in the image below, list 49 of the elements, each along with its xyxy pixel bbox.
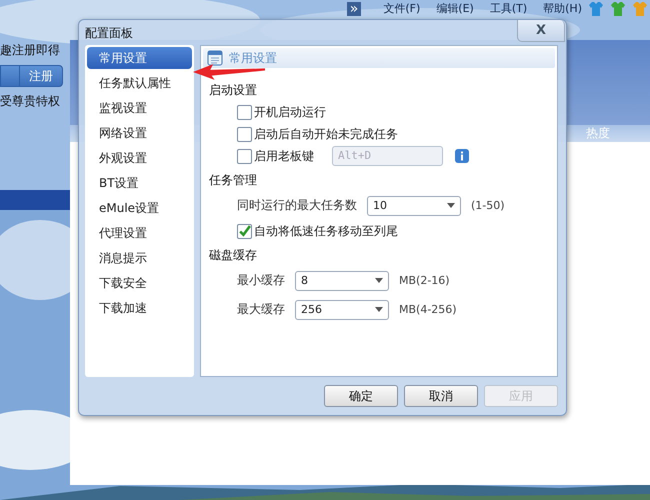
caret-icon	[375, 278, 383, 283]
close-button[interactable]: X	[517, 20, 565, 42]
section-title: 启动设置	[209, 82, 258, 99]
menu-item[interactable]: 帮助(H)	[543, 2, 582, 16]
menu-item[interactable]: 工具(T)	[490, 2, 528, 16]
dialog-button[interactable]: 确定	[324, 385, 398, 407]
dropdown[interactable]: 256	[295, 300, 389, 320]
sidebar-item[interactable]: 代理设置	[87, 222, 192, 244]
panel-title: 常用设置	[229, 50, 277, 66]
sidebar-item[interactable]: eMule设置	[87, 197, 192, 219]
checkbox[interactable]	[237, 126, 252, 142]
dropdown[interactable]: 10	[367, 196, 461, 216]
annotation-arrow	[193, 64, 265, 80]
sidebar-item[interactable]: 下载加速	[87, 297, 192, 319]
checkbox[interactable]	[237, 224, 252, 238]
window-icon	[207, 50, 223, 66]
menu-item[interactable]: 文件(F)	[383, 2, 420, 16]
checkbox-label: 启动后自动开始未完成任务	[254, 126, 398, 142]
sidebar-item[interactable]: 常用设置	[87, 47, 192, 69]
menu-item[interactable]: 编辑(E)	[436, 2, 474, 16]
field-label: 最小缓存	[237, 272, 285, 289]
sidebar-item[interactable]: 任务默认属性	[87, 72, 192, 94]
section-title: 磁盘缓存	[209, 247, 258, 264]
dropdown[interactable]: 8	[295, 270, 389, 290]
promo-text: 趣注册即得	[0, 42, 61, 59]
info-icon[interactable]	[455, 149, 469, 163]
dialog-button[interactable]: 取消	[404, 385, 478, 407]
checkbox[interactable]	[237, 104, 252, 120]
sidebar-item[interactable]: 下载安全	[87, 272, 192, 294]
sidebar-item[interactable]: BT设置	[87, 172, 192, 194]
sidebar-item[interactable]: 网络设置	[87, 122, 192, 144]
shirt-icon[interactable]	[588, 0, 604, 16]
field-label: 同时运行的最大任务数	[237, 197, 357, 214]
field-label: 最大缓存	[237, 301, 285, 318]
sidebar-item[interactable]: 消息提示	[87, 247, 192, 269]
promo-text: 受尊贵特权	[0, 93, 61, 110]
checkbox-label: 开机启动运行	[254, 104, 326, 120]
sidebar-item[interactable]: 外观设置	[87, 147, 192, 169]
checkbox-label: 启用老板键	[254, 148, 314, 164]
caret-icon	[447, 203, 455, 208]
section-title: 任务管理	[209, 172, 258, 189]
checkbox-label: 自动将低速任务移动至列尾	[254, 222, 398, 240]
dialog-title: 配置面板	[85, 25, 133, 42]
sidebar-item[interactable]: 监视设置	[87, 97, 192, 119]
register-button[interactable]: 注册	[19, 65, 63, 87]
range-hint: MB(4-256)	[399, 303, 457, 316]
caret-icon	[375, 307, 383, 312]
range-hint: (1-50)	[471, 199, 505, 212]
range-hint: MB(2-16)	[399, 274, 450, 287]
